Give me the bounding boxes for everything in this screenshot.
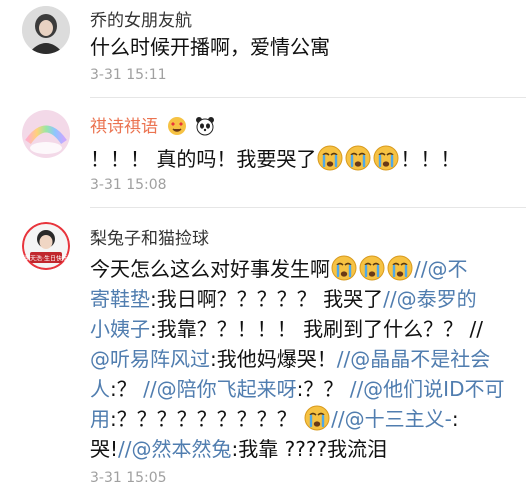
repost-link[interactable]: 小姨子 — [90, 317, 150, 341]
crying-face-icon — [373, 145, 399, 171]
crying-face-icon — [317, 145, 343, 171]
repost-link[interactable]: 用 — [90, 407, 110, 431]
comment-time: 3-31 15:05 — [90, 470, 167, 486]
comment-text: 今天怎么这么对好事发生啊//@不 寄鞋垫:我日啊？？？？？ 我哭了//@泰罗的 … — [90, 254, 518, 464]
comment-text-segment: :我他妈爆哭！ — [210, 347, 337, 371]
crying-face-icon — [331, 255, 357, 281]
comment-text-segment: :我靠？？！！！ 我刷到了什么？？ // — [150, 317, 483, 341]
comment-line: 哭!//@然本然兔:我靠 ????我流泪 — [90, 434, 518, 464]
comment-2: 祺诗祺语 ！！！ 真的吗！我要哭了 ！！！ 3-31 15:08 — [0, 98, 526, 208]
comment-line: 寄鞋垫:我日啊？？？？？ 我哭了//@泰罗的 — [90, 284, 518, 314]
comment-text-segment: : — [451, 407, 459, 431]
comment-line: @听易阵风过:我他妈爆哭！//@晶晶不是社会 — [90, 344, 518, 374]
repost-link[interactable]: @听易阵风过 — [90, 347, 210, 371]
comment-text-segment: :我靠 ????我流泪 — [231, 437, 388, 461]
comment-text-segment: :我日啊？？？？？ 我哭了 — [150, 287, 384, 311]
comment-3: 李天浩·生日快乐 梨兔子和猫捡球 今天怎么这么对好事发生啊 //@不 寄鞋垫:我日… — [0, 208, 526, 491]
heart-eyes-emoji-icon — [167, 116, 187, 141]
avatar[interactable]: 李天浩·生日快乐 — [22, 222, 70, 270]
crying-face-icon — [345, 145, 371, 171]
comment-line: 小姨子:我靠？？！！！ 我刷到了什么？？ // — [90, 314, 518, 344]
comment-text-main: ！！！ 真的吗！我要哭了 — [90, 147, 317, 171]
repost-link[interactable]: //@晶晶不是社会 — [337, 347, 490, 371]
avatar[interactable] — [22, 110, 70, 158]
comment-line: 人:？ //@陪你飞起来呀:？？ //@他们说ID不可 — [90, 374, 518, 404]
crying-face-icon — [387, 255, 413, 281]
repost-link[interactable]: //@泰罗的 — [383, 287, 476, 311]
comment-text-suffix: ！！！ — [400, 147, 461, 171]
comment-text-segment: 哭! — [90, 437, 119, 461]
repost-link[interactable]: //@十三主义- — [331, 407, 452, 431]
avatar-image: 李天浩·生日快乐 — [22, 222, 70, 270]
repost-link[interactable]: //@不 — [414, 257, 467, 281]
repost-link[interactable]: //@陪你飞起来呀 — [143, 377, 296, 401]
commenter-name[interactable]: 乔的女朋友航 — [90, 6, 192, 31]
comment-text: 什么时候开播啊，爱情公寓 — [90, 35, 330, 59]
avatar-caption: 李天浩·生日快乐 — [24, 255, 68, 263]
avatar[interactable] — [22, 6, 70, 54]
comment-time: 3-31 15:11 — [90, 67, 167, 83]
comment-line: 用:？？？？？？？？？ //@十三主义-: — [90, 404, 518, 434]
repost-link[interactable]: 人 — [90, 377, 110, 401]
comment-text-segment: :？？ — [296, 377, 350, 401]
comment-line: 今天怎么这么对好事发生啊 //@不 — [90, 254, 518, 284]
panda-emoji-icon — [195, 116, 215, 141]
avatar-image — [22, 6, 70, 54]
comment-text: ！！！ 真的吗！我要哭了 ！！！ — [90, 144, 518, 174]
repost-link[interactable]: 寄鞋垫 — [90, 287, 150, 311]
commenter-name[interactable]: 祺诗祺语 — [90, 112, 215, 141]
crying-face-icon — [359, 255, 385, 281]
comment-text-segment: 今天怎么这么对好事发生啊 — [90, 257, 330, 281]
crying-face-icon — [304, 405, 330, 431]
comment-time: 3-31 15:08 — [90, 177, 167, 193]
avatar-image — [22, 110, 70, 158]
commenter-name-text: 祺诗祺语 — [90, 117, 158, 137]
comment-1: 乔的女朋友航 什么时候开播啊，爱情公寓 3-31 15:11 — [0, 0, 526, 100]
comment-text-segment: :？ — [110, 377, 144, 401]
comment-text-segment: :？？？？？？？？？ — [110, 407, 304, 431]
repost-link[interactable]: //@然本然兔 — [118, 437, 231, 461]
repost-link[interactable]: //@他们说ID不可 — [350, 377, 505, 401]
commenter-name[interactable]: 梨兔子和猫捡球 — [90, 224, 209, 249]
